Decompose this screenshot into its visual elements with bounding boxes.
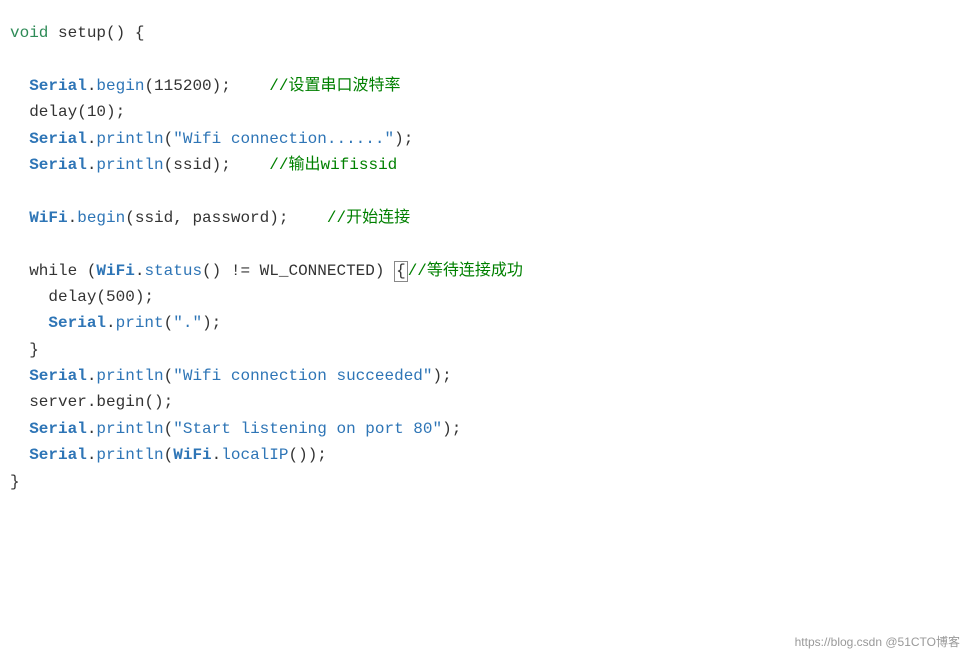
method-begin-1: begin	[96, 77, 144, 95]
keyword-serial-7: Serial	[29, 446, 87, 464]
keyword-delay-2: delay	[48, 288, 96, 306]
keyword-serial-5: Serial	[29, 367, 87, 385]
text-dot-6: .	[106, 314, 116, 332]
keyword-wifi-2: WiFi	[96, 262, 134, 280]
code-line-blank3	[10, 231, 964, 257]
code-line-delay2: delay(500);	[10, 284, 964, 310]
keyword-serial-4: Serial	[48, 314, 106, 332]
code-line-println2: Serial.println(ssid); //输出wifissid	[10, 152, 964, 178]
method-println-4: println	[96, 420, 163, 438]
text-close-while-brace: }	[29, 341, 39, 359]
text-close-setup-brace: }	[10, 473, 20, 491]
method-println-5: println	[96, 446, 163, 464]
string-succeeded: "Wifi connection succeeded"	[173, 367, 432, 385]
text-paren-open-2: (	[164, 314, 174, 332]
text-paren-open-5: (	[164, 446, 174, 464]
text-paren-open-4: (	[164, 420, 174, 438]
text-dot-9: .	[87, 420, 97, 438]
text-wifi-args: (ssid, password);	[125, 209, 327, 227]
code-container: void setup() { Serial.begin(115200); //设…	[0, 0, 974, 666]
method-println-3: println	[96, 367, 163, 385]
comment-baud: //设置串口波特率	[269, 77, 400, 95]
keyword-wifi-1: WiFi	[29, 209, 67, 227]
string-wifi-conn: "Wifi connection......"	[173, 130, 394, 148]
text-status-args: () != WL_CONNECTED)	[202, 262, 394, 280]
comment-wait: //等待连接成功	[408, 262, 523, 280]
keyword-while: while	[29, 262, 77, 280]
text-paren-close-1: );	[394, 130, 413, 148]
string-port: "Start listening on port 80"	[173, 420, 442, 438]
code-line-void-setup: void setup() {	[10, 20, 964, 46]
text-while-open: (	[77, 262, 96, 280]
text-delay2-args: (500);	[96, 288, 154, 306]
code-line-blank2	[10, 178, 964, 204]
text-begin-args: (115200);	[144, 77, 269, 95]
text-paren-close-4: );	[442, 420, 461, 438]
text-dot-3: .	[87, 156, 97, 174]
keyword-wifi-3: WiFi	[173, 446, 211, 464]
code-line-close-while: }	[10, 337, 964, 363]
code-line-serial-print: Serial.print(".");	[10, 310, 964, 336]
code-line-serial-begin: Serial.begin(115200); //设置串口波特率	[10, 73, 964, 99]
text-dot-11: .	[212, 446, 222, 464]
method-server-begin: begin	[96, 393, 144, 411]
keyword-server: server	[29, 393, 87, 411]
method-println-2: println	[96, 156, 163, 174]
string-dot: "."	[173, 314, 202, 332]
keyword-serial-3: Serial	[29, 156, 87, 174]
text-dot-1: .	[87, 77, 97, 95]
code-line-server-begin: server.begin();	[10, 389, 964, 415]
comment-ssid: //输出wifissid	[269, 156, 397, 174]
code-line-serial-port: Serial.println("Start listening on port …	[10, 416, 964, 442]
text-paren-close-3: );	[433, 367, 452, 385]
code-line-delay1: delay(10);	[10, 99, 964, 125]
text-paren-open-3: (	[164, 367, 174, 385]
keyword-serial-6: Serial	[29, 420, 87, 438]
text-paren-open-1: (	[164, 130, 174, 148]
comment-connect: //开始连接	[327, 209, 410, 227]
text-dot-7: .	[87, 367, 97, 385]
brace-open: {	[394, 261, 408, 282]
text-dot-5: .	[135, 262, 145, 280]
code-line-serial-localip: Serial.println(WiFi.localIP());	[10, 442, 964, 468]
code-line-serial-succeeded: Serial.println("Wifi connection succeede…	[10, 363, 964, 389]
watermark: https://blog.csdn @51CTO博客	[795, 633, 960, 652]
text-dot-4: .	[68, 209, 78, 227]
text-localip-args: ());	[288, 446, 326, 464]
method-print: print	[116, 314, 164, 332]
keyword-serial-2: Serial	[29, 130, 87, 148]
text-paren-close-2: );	[202, 314, 221, 332]
text-dot-2: .	[87, 130, 97, 148]
code-line-blank1	[10, 46, 964, 72]
method-println-1: println	[96, 130, 163, 148]
code-line-println1: Serial.println("Wifi connection......");	[10, 126, 964, 152]
code-line-while: while (WiFi.status() != WL_CONNECTED) {/…	[10, 258, 964, 284]
method-wifi-begin: begin	[77, 209, 125, 227]
text-dot-10: .	[87, 446, 97, 464]
text-delay1-args: (10);	[77, 103, 125, 121]
text-server-begin-args: ();	[144, 393, 173, 411]
text-ssid-args: (ssid);	[164, 156, 270, 174]
text-dot-8: .	[87, 393, 97, 411]
keyword-void: void	[10, 24, 48, 42]
code-line-close-setup: }	[10, 469, 964, 495]
code-line-wifi-begin: WiFi.begin(ssid, password); //开始连接	[10, 205, 964, 231]
method-localip: localIP	[221, 446, 288, 464]
method-status: status	[144, 262, 202, 280]
keyword-delay-1: delay	[29, 103, 77, 121]
text-setup: setup() {	[48, 24, 144, 42]
keyword-serial-1: Serial	[29, 77, 87, 95]
